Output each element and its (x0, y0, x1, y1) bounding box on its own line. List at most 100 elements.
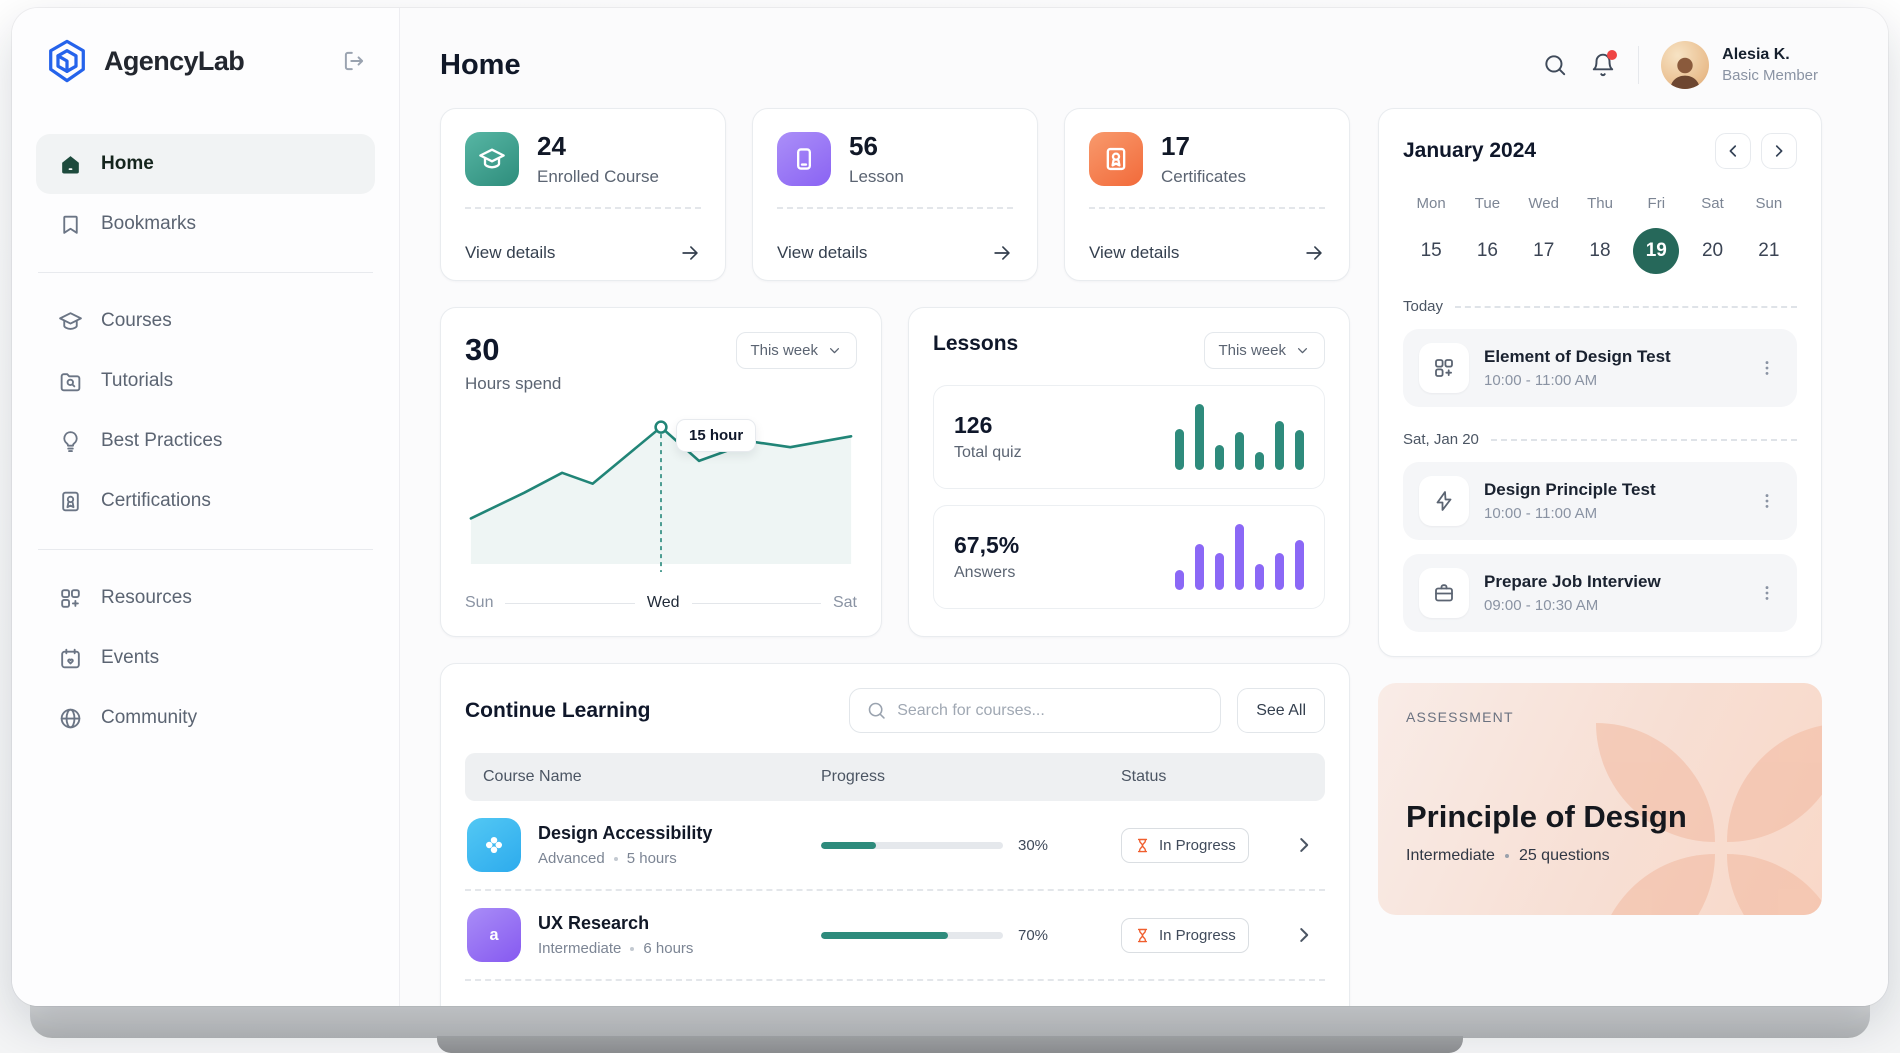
date-cell[interactable]: 18 (1572, 228, 1628, 274)
chart-tooltip: 15 hour (676, 419, 756, 452)
date-cell[interactable]: 15 (1403, 228, 1459, 274)
hours-week-filter[interactable]: This week (736, 332, 857, 369)
column-progress: Progress (821, 768, 1121, 786)
sidebar-item-events[interactable]: Events (36, 628, 375, 688)
event-time: 10:00 - 11:00 AM (1484, 505, 1738, 522)
date-cell-selected[interactable]: 19 (1628, 228, 1684, 274)
progress-bar (821, 842, 1003, 849)
calendar-next-button[interactable] (1761, 133, 1797, 169)
calendar-dates: 15 16 17 18 19 20 21 (1403, 228, 1797, 274)
screen: AgencyLab Home Bookmarks Courses (0, 0, 1900, 1053)
axis-label-sun: Sun (465, 594, 493, 612)
sidebar-item-label: Certifications (101, 490, 211, 512)
kebab-menu-icon[interactable] (1753, 579, 1781, 607)
sidebar-item-label: Bookmarks (101, 213, 196, 235)
briefcase-icon (1419, 568, 1469, 618)
sidebar-item-bookmarks[interactable]: Bookmarks (36, 194, 375, 254)
sidebar-nav: Home Bookmarks Courses Tutorials (36, 134, 375, 748)
divider (777, 207, 1013, 209)
row-chevron-right-icon[interactable] (1293, 924, 1315, 946)
date-cell[interactable]: 20 (1684, 228, 1740, 274)
dot-separator (1505, 854, 1509, 858)
sidebar-item-resources[interactable]: Resources (36, 568, 375, 628)
user-profile[interactable]: Alesia K. Basic Member (1661, 41, 1818, 89)
lessons-week-filter[interactable]: This week (1204, 332, 1325, 369)
course-name: Design Accessibility (538, 823, 712, 844)
right-column: January 2024 Mon (1378, 108, 1822, 915)
course-clover-icon (467, 818, 521, 872)
date-cell[interactable]: 16 (1459, 228, 1515, 274)
sidebar-item-best-practices[interactable]: Best Practices (36, 411, 375, 471)
table-row[interactable]: a UX Research Intermediate 6 hours (465, 891, 1325, 979)
collapse-sidebar-icon[interactable] (341, 48, 367, 74)
sidebar-item-certifications[interactable]: Certifications (36, 471, 375, 531)
day-name: Sat (1684, 195, 1740, 212)
left-column: 24 Enrolled Course View details (440, 108, 1350, 1006)
search-icon (866, 700, 887, 721)
event-title: Prepare Job Interview (1484, 572, 1738, 592)
calendar-card: January 2024 Mon (1378, 108, 1822, 657)
date-cell[interactable]: 21 (1741, 228, 1797, 274)
chevron-down-icon (826, 342, 843, 359)
course-search-input[interactable] (897, 702, 1204, 720)
sidebar-item-courses[interactable]: Courses (36, 291, 375, 351)
day-name: Mon (1403, 195, 1459, 212)
table-header: Course Name Progress Status (465, 753, 1325, 801)
user-name: Alesia K. (1722, 46, 1818, 64)
chevron-right-icon (1770, 142, 1788, 160)
assessment-card[interactable]: ASSESSMENT Principle of Design Intermedi… (1378, 683, 1822, 915)
progress-fill (821, 842, 876, 849)
search-icon[interactable] (1542, 52, 1568, 78)
status-badge: In Progress (1121, 918, 1249, 953)
certificate-icon (1089, 132, 1143, 186)
event-time: 09:00 - 10:30 AM (1484, 597, 1738, 614)
home-icon (58, 152, 83, 177)
quiz-value: 126 (954, 412, 1022, 439)
see-all-button[interactable]: See All (1237, 688, 1325, 733)
sidebar-item-home[interactable]: Home (36, 134, 375, 194)
progress-fill (821, 932, 948, 939)
user-text: Alesia K. Basic Member (1722, 46, 1818, 84)
table-row[interactable]: Design Accessibility Advanced 5 hours (465, 801, 1325, 889)
hourglass-icon (1134, 927, 1151, 944)
sidebar-item-label: Courses (101, 310, 172, 332)
dot-separator (614, 857, 618, 861)
arrow-right-icon (679, 242, 701, 264)
stat-label: Enrolled Course (537, 167, 659, 187)
stat-card-certificates: 17 Certificates View details (1064, 108, 1350, 281)
view-details-label: View details (465, 243, 555, 263)
stat-card-enrolled-course: 24 Enrolled Course View details (440, 108, 726, 281)
answers-bar-chart (1175, 524, 1304, 590)
day-name: Fri (1628, 195, 1684, 212)
event-card[interactable]: Design Principle Test 10:00 - 11:00 AM (1403, 462, 1797, 540)
event-card[interactable]: Prepare Job Interview 09:00 - 10:30 AM (1403, 554, 1797, 632)
date-cell[interactable]: 17 (1516, 228, 1572, 274)
kebab-menu-icon[interactable] (1753, 354, 1781, 382)
header-actions: Alesia K. Basic Member (1542, 41, 1818, 89)
view-details-button[interactable]: View details (465, 227, 701, 264)
notifications-bell-icon[interactable] (1590, 52, 1616, 78)
hourglass-icon (1134, 837, 1151, 854)
blocks-icon (1419, 343, 1469, 393)
filter-label: This week (1218, 342, 1286, 359)
filter-label: This week (750, 342, 818, 359)
calendar-prev-button[interactable] (1715, 133, 1751, 169)
view-details-button[interactable]: View details (1089, 227, 1325, 264)
svg-text:a: a (489, 926, 499, 944)
row-chevron-right-icon[interactable] (1293, 834, 1315, 856)
course-level: Intermediate (538, 940, 621, 957)
calendar-heart-icon (58, 646, 83, 671)
continue-learning-title: Continue Learning (465, 699, 833, 723)
event-card[interactable]: Element of Design Test 10:00 - 11:00 AM (1403, 329, 1797, 407)
blocks-icon (58, 586, 83, 611)
sidebar-item-tutorials[interactable]: Tutorials (36, 351, 375, 411)
course-search[interactable] (849, 688, 1221, 733)
sidebar-item-community[interactable]: Community (36, 688, 375, 748)
view-details-button[interactable]: View details (777, 227, 1013, 264)
event-title: Design Principle Test (1484, 480, 1738, 500)
app-window: AgencyLab Home Bookmarks Courses (12, 8, 1888, 1006)
sidebar-item-label: Home (101, 153, 154, 175)
chevron-left-icon (1724, 142, 1742, 160)
brand: AgencyLab (36, 36, 375, 90)
kebab-menu-icon[interactable] (1753, 487, 1781, 515)
